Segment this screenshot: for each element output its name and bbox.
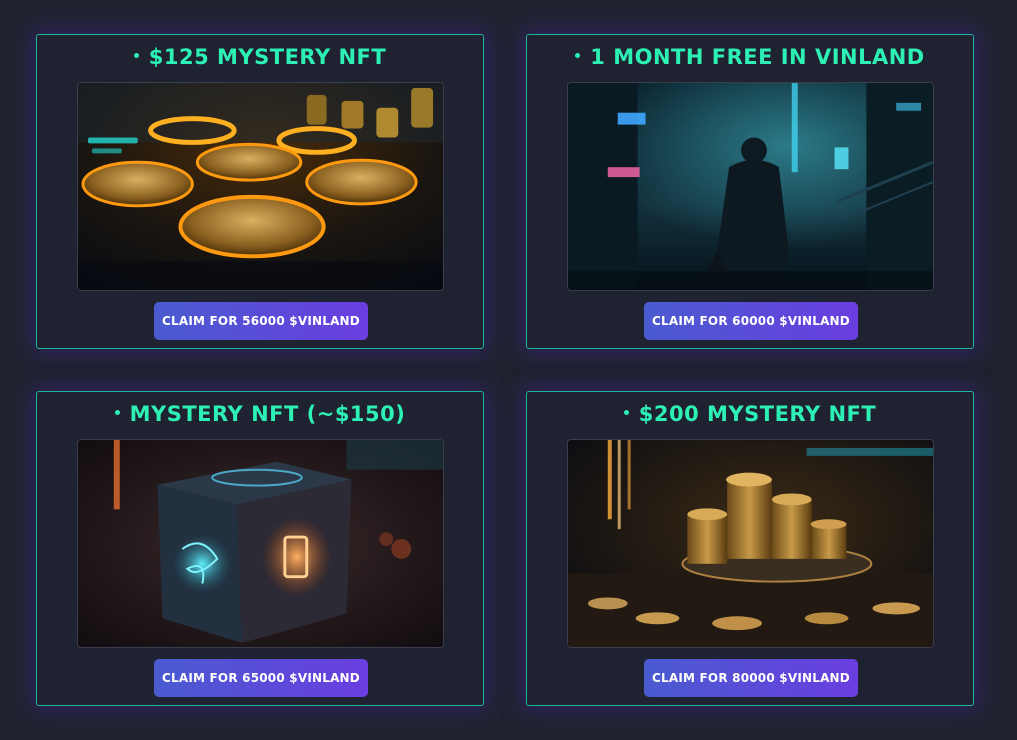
reward-card-mystery-nft-150: MYSTERY NFT (~$150) CLAIM FOR 65000 $VIN… (36, 391, 484, 706)
stacked-coins-illustration (568, 440, 933, 647)
card-title: 1 MONTH FREE IN VINLAND (527, 45, 973, 69)
cyberpunk-city-figure-illustration (568, 83, 933, 290)
claim-button[interactable]: CLAIM FOR 65000 $VINLAND (154, 659, 368, 697)
bullet-icon (114, 409, 120, 415)
golden-coins-image (77, 82, 444, 291)
bullet-icon (623, 409, 629, 415)
card-title-text: $200 MYSTERY NFT (638, 402, 877, 426)
card-title: $200 MYSTERY NFT (527, 402, 973, 426)
card-title-text: MYSTERY NFT (~$150) (129, 402, 406, 426)
card-title-text: $125 MYSTERY NFT (148, 45, 387, 69)
card-title: MYSTERY NFT (~$150) (37, 402, 483, 426)
mystery-cube-image (77, 439, 444, 648)
reward-card-1-month-free: 1 MONTH FREE IN VINLAND CLAIM FOR 60000 … (526, 34, 974, 349)
claim-button[interactable]: CLAIM FOR 60000 $VINLAND (644, 302, 858, 340)
reward-card-200-mystery-nft: $200 MYSTERY NFT CLAIM FOR 80000 $VINLAN… (526, 391, 974, 706)
glowing-mystery-cube-illustration (78, 440, 443, 647)
rewards-grid: $125 MYSTERY NFT CLAIM FOR 56000 $VINLAN… (0, 0, 1017, 740)
golden-coins-illustration (78, 83, 443, 290)
bullet-icon (575, 52, 581, 58)
bullet-icon (133, 52, 139, 58)
claim-button[interactable]: CLAIM FOR 56000 $VINLAND (154, 302, 368, 340)
cyberpunk-city-image (567, 82, 934, 291)
card-title-text: 1 MONTH FREE IN VINLAND (590, 45, 925, 69)
stacked-coins-image (567, 439, 934, 648)
card-title: $125 MYSTERY NFT (37, 45, 483, 69)
reward-card-125-mystery-nft: $125 MYSTERY NFT CLAIM FOR 56000 $VINLAN… (36, 34, 484, 349)
claim-button[interactable]: CLAIM FOR 80000 $VINLAND (644, 659, 858, 697)
